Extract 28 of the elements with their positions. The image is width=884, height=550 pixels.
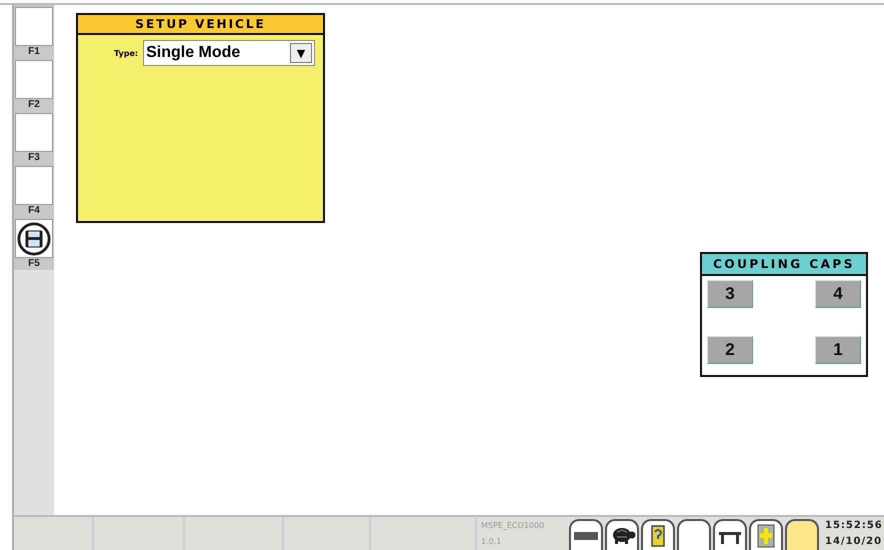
- bar-icon: [574, 532, 598, 540]
- date-text: 14/10/20: [825, 536, 883, 548]
- vehicle-card-icon: [757, 524, 775, 548]
- toolbar-button[interactable]: [605, 519, 639, 550]
- card-icon: [651, 524, 665, 546]
- panel-title: COUPLING CAPS: [702, 254, 866, 276]
- function-key[interactable]: F4: [14, 164, 54, 217]
- panel-title: SETUP VEHICLE: [78, 15, 323, 35]
- indicator-button[interactable]: [785, 519, 819, 550]
- toolbar-button[interactable]: [569, 519, 603, 550]
- function-key[interactable]: F2: [14, 58, 54, 111]
- cap-button[interactable]: 2: [707, 336, 753, 364]
- save-icon: [17, 222, 51, 256]
- time-text: 15:52:56: [825, 520, 883, 531]
- cap-button[interactable]: 1: [815, 336, 861, 364]
- version-text: 1.0.1: [481, 537, 502, 546]
- cap-button[interactable]: 4: [815, 280, 861, 308]
- function-key[interactable]: F1: [14, 5, 54, 58]
- type-dropdown[interactable]: Single Mode ▼: [143, 40, 315, 66]
- app-name: MSPE_ECO1000: [481, 520, 546, 530]
- toolbar-button[interactable]: [641, 519, 675, 550]
- toolbar-button[interactable]: [713, 519, 747, 550]
- type-label: Type:: [114, 48, 138, 58]
- function-key[interactable]: F3: [14, 111, 54, 164]
- toolbar-button[interactable]: [749, 519, 783, 550]
- toolbar-button[interactable]: [677, 519, 711, 550]
- function-key[interactable]: F5: [14, 217, 54, 270]
- cap-button[interactable]: 3: [707, 280, 753, 308]
